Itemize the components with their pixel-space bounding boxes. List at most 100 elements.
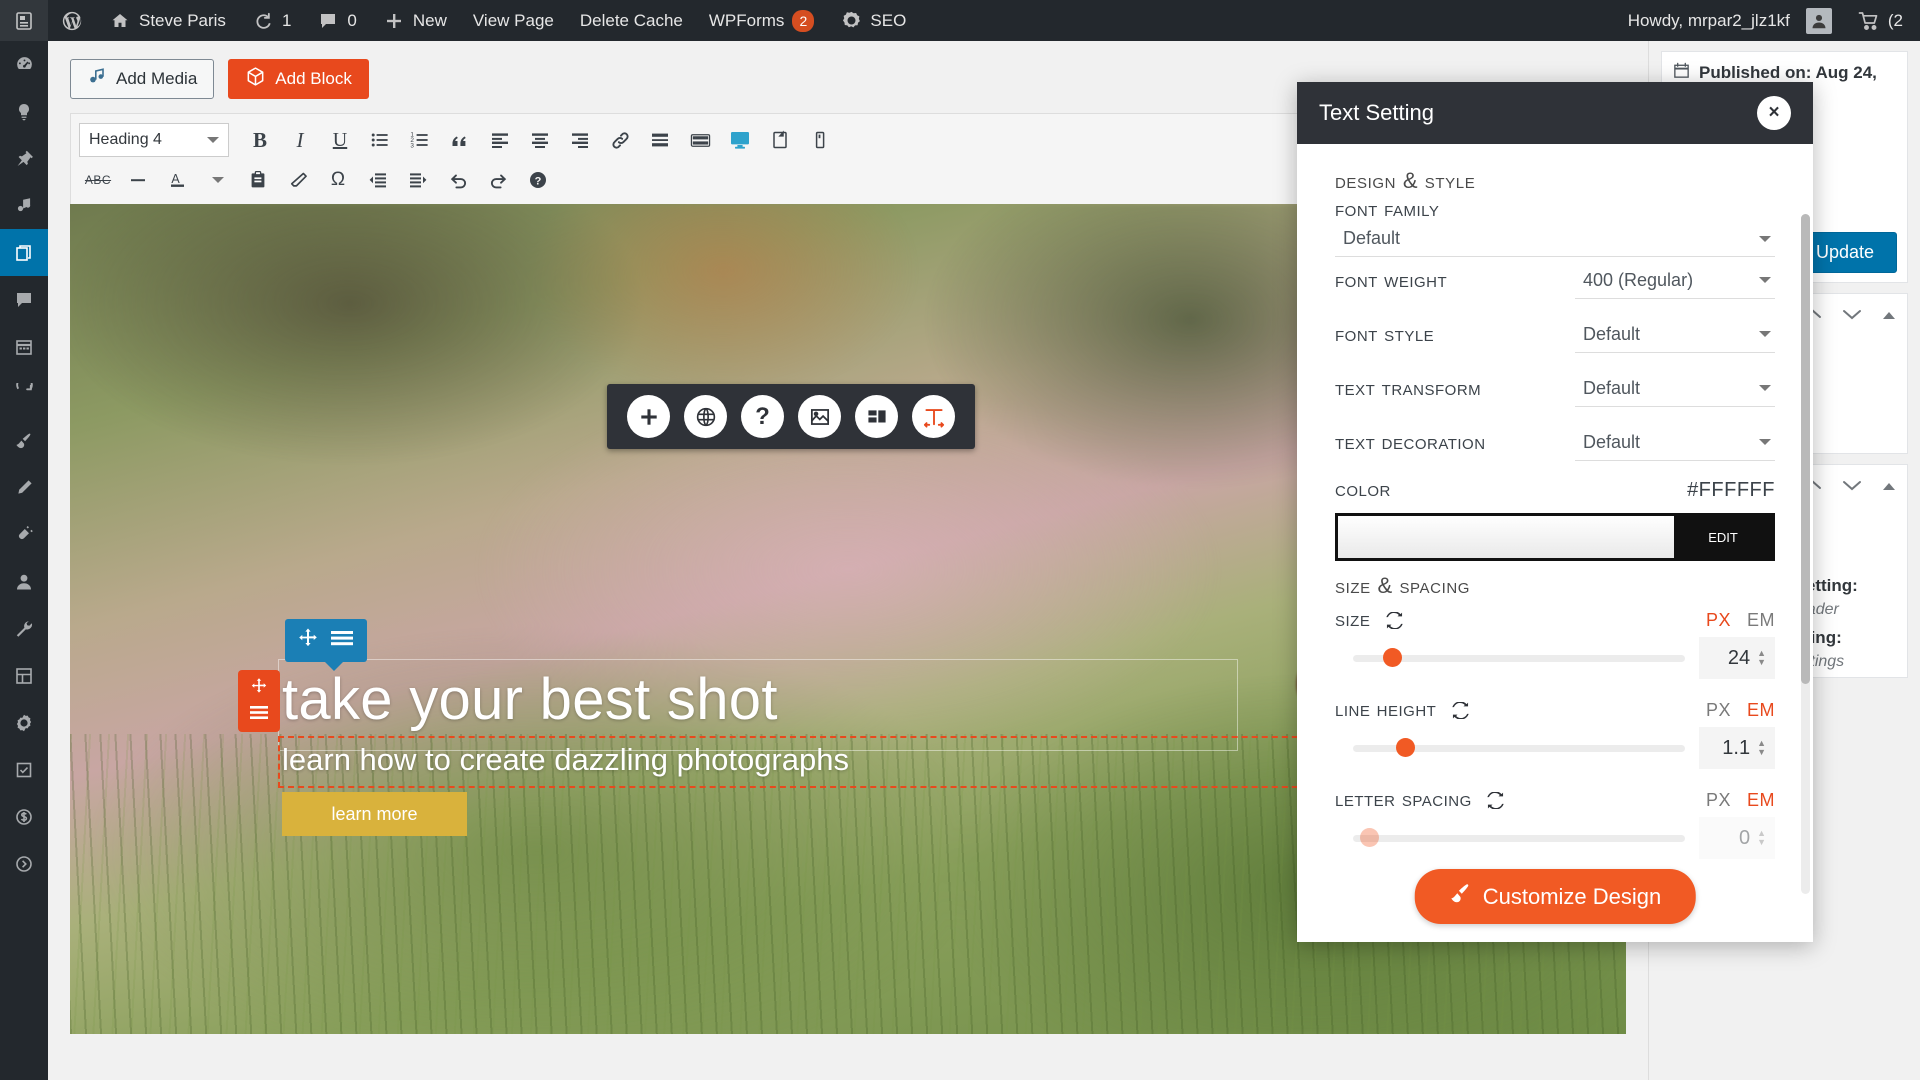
align-center-button[interactable] [521, 122, 559, 158]
comments-button[interactable]: 0 [304, 0, 369, 41]
text-color-button[interactable]: A [159, 162, 197, 198]
size-stepper[interactable]: ▲ ▼ [1757, 649, 1766, 667]
move-arrows-icon[interactable] [297, 627, 319, 654]
sidebar-item-payments[interactable] [0, 793, 48, 840]
sidebar-item-tools[interactable] [0, 605, 48, 652]
sidebar-item-users[interactable] [0, 558, 48, 605]
align-left-button[interactable] [481, 122, 519, 158]
letter-spacing-slider[interactable] [1353, 828, 1685, 847]
text-color-dropdown[interactable] [199, 162, 237, 198]
sidebar-item-collapse[interactable] [0, 840, 48, 887]
line-height-number-input[interactable]: 1.1 ▲ ▼ [1699, 727, 1775, 769]
mobile-preview-button[interactable] [801, 122, 839, 158]
size-unit-px[interactable]: PX [1706, 610, 1731, 631]
size-slider-knob[interactable] [1382, 648, 1402, 667]
toggle-panel-icon[interactable] [1881, 478, 1897, 498]
reset-icon[interactable] [1385, 611, 1403, 629]
paste-as-text-button[interactable] [239, 162, 277, 198]
move-down-icon[interactable] [1841, 477, 1863, 498]
special-character-button[interactable]: Ω [319, 162, 357, 198]
horizontal-rule-button[interactable] [119, 162, 157, 198]
help-button[interactable]: ? [519, 162, 557, 198]
delete-cache-button[interactable]: Delete Cache [567, 0, 696, 41]
site-editor-icon-button[interactable] [0, 0, 48, 41]
size-slider[interactable] [1353, 648, 1685, 667]
bold-button[interactable]: B [241, 122, 279, 158]
bulleted-list-button[interactable] [361, 122, 399, 158]
decrease-indent-button[interactable] [359, 162, 397, 198]
layout-icon-button[interactable] [855, 395, 898, 438]
line-height-unit-px[interactable]: PX [1706, 700, 1731, 721]
format-select[interactable]: Heading 4 [79, 123, 229, 157]
globe-icon-button[interactable] [684, 395, 727, 438]
updates-button[interactable]: 1 [239, 0, 304, 41]
desktop-preview-button[interactable] [721, 122, 759, 158]
sidebar-item-grid[interactable] [0, 652, 48, 699]
reset-icon[interactable] [1487, 791, 1504, 809]
site-name-button[interactable]: Steve Paris [96, 0, 239, 41]
letter-spacing-unit-em[interactable]: EM [1747, 790, 1775, 811]
new-content-button[interactable]: New [370, 0, 460, 41]
close-icon[interactable]: × [1757, 96, 1791, 130]
numbered-list-button[interactable]: 123 [401, 122, 439, 158]
redo-button[interactable] [479, 162, 517, 198]
line-height-unit-em[interactable]: EM [1747, 700, 1775, 721]
help-icon-button[interactable]: ? [741, 395, 784, 438]
hero-heading[interactable]: take your best shot [282, 666, 778, 733]
sidebar-item-media[interactable] [0, 182, 48, 229]
tablet-preview-button[interactable] [761, 122, 799, 158]
sidebar-item-appearance[interactable] [0, 417, 48, 464]
reset-icon[interactable] [1451, 701, 1469, 719]
text-icon-button[interactable] [912, 395, 955, 438]
wpforms-button[interactable]: WPForms 2 [696, 0, 828, 41]
add-media-button[interactable]: Add Media [70, 59, 215, 99]
letter-spacing-unit-px[interactable]: PX [1706, 790, 1731, 811]
size-number-input[interactable]: 24 ▲ ▼ [1699, 637, 1775, 679]
hero-learn-more-button[interactable]: learn more [282, 792, 467, 836]
align-right-button[interactable] [561, 122, 599, 158]
line-height-slider-knob[interactable] [1396, 738, 1416, 757]
wordpress-logo-button[interactable] [48, 0, 96, 41]
blockquote-button[interactable] [441, 122, 479, 158]
modal-scrollbar[interactable] [1801, 214, 1810, 894]
text-transform-select[interactable]: Default [1575, 372, 1775, 407]
text-decoration-select[interactable]: Default [1575, 426, 1775, 461]
block-move-handle-blue[interactable] [285, 619, 367, 671]
move-down-icon[interactable] [1841, 306, 1863, 327]
my-account-button[interactable]: Howdy, mrpar2_jlz1kf [1615, 0, 1845, 41]
font-weight-select[interactable]: 400 (Regular) [1575, 264, 1775, 299]
sidebar-item-comments[interactable] [0, 276, 48, 323]
customize-design-button[interactable]: Customize Design [1414, 869, 1696, 924]
color-edit-button[interactable]: Edit [1674, 516, 1772, 558]
element-menu-icon[interactable] [248, 705, 270, 726]
cart-button[interactable]: (2 [1845, 0, 1916, 41]
color-picker-bar[interactable]: Edit [1335, 513, 1775, 561]
add-block-button[interactable]: Add Block [228, 59, 369, 99]
insert-link-button[interactable] [601, 122, 639, 158]
toggle-panel-icon[interactable] [1881, 307, 1897, 327]
sidebar-item-dashboard[interactable] [0, 41, 48, 88]
line-height-stepper[interactable]: ▲ ▼ [1757, 739, 1766, 757]
sidebar-item-pages[interactable] [0, 229, 56, 276]
sidebar-item-security[interactable] [0, 746, 48, 793]
sidebar-item-editor[interactable] [0, 464, 48, 511]
sidebar-item-events[interactable] [0, 323, 48, 370]
color-swatch[interactable] [1338, 516, 1674, 558]
letter-spacing-number-input[interactable]: 0 ▲ ▼ [1699, 817, 1775, 859]
hero-subheading[interactable]: learn how to create dazzling photographs [282, 742, 849, 778]
sidebar-item-plugins[interactable] [0, 511, 48, 558]
increase-indent-button[interactable] [399, 162, 437, 198]
underline-button[interactable]: U [321, 122, 359, 158]
size-unit-em[interactable]: EM [1747, 610, 1775, 631]
sidebar-item-settings[interactable] [0, 699, 48, 746]
font-family-select[interactable]: Default [1335, 222, 1775, 257]
letter-spacing-stepper[interactable]: ▲ ▼ [1757, 829, 1766, 847]
block-menu-icon[interactable] [329, 627, 355, 654]
add-element-icon-button[interactable] [627, 395, 670, 438]
read-more-button[interactable] [641, 122, 679, 158]
clear-formatting-button[interactable] [279, 162, 317, 198]
line-height-slider[interactable] [1353, 738, 1685, 757]
element-move-handle-orange[interactable] [238, 670, 280, 732]
sidebar-item-ideas[interactable] [0, 88, 48, 135]
sidebar-item-performance[interactable] [0, 370, 48, 417]
